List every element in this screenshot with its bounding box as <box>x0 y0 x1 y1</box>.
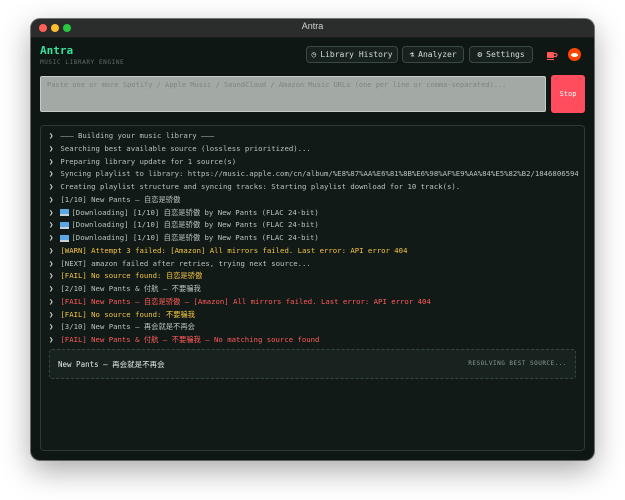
log-line: ❯ [1/10] New Pants – 自恋是骄傲 <box>49 194 578 207</box>
log-text: [WARN] Attempt 3 failed: [Amazon] All mi… <box>60 245 408 255</box>
prompt-chevron-icon: ❯ <box>49 309 54 319</box>
log-text: [FAIL] New Pants & 付航 – 不要骗我 – No matchi… <box>60 335 320 344</box>
log-text: Creating playlist structure and syncing … <box>60 182 461 191</box>
log-line: ❯ [FAIL] No source found: 自恋是骄傲 <box>49 270 578 283</box>
log-text: [Downloading] [1/10] 自恋是骄傲 by New Pants … <box>71 220 319 230</box>
title-bar: Antra <box>31 19 594 38</box>
log-line: ❯ Syncing playlist to library: https://mu… <box>49 168 578 181</box>
prompt-chevron-icon: ❯ <box>49 258 54 268</box>
log-text: ——— Building your music library ——— <box>60 131 215 140</box>
analyzer-label: Analyzer <box>418 50 457 59</box>
settings-label: Settings <box>486 50 525 59</box>
prompt-chevron-icon: ❯ <box>49 131 54 140</box>
log-line: ❯ [NEXT] amazon failed after retries, try… <box>49 258 578 271</box>
log-line: ❯ [FAIL] New Pants & 付航 – 不要骗我 – No match… <box>49 334 578 347</box>
log-text: [FAIL] No source found: 自恋是骄傲 <box>60 271 203 281</box>
brand-subtitle: MUSIC LIBRARY ENGINE <box>40 59 125 66</box>
reddit-icon[interactable] <box>568 48 581 61</box>
prompt-chevron-icon: ❯ <box>49 169 54 179</box>
analyzer-button[interactable]: ⚗ Analyzer <box>402 46 464 63</box>
log-console: ❯ ——— Building your music library ——— ❯ Sea… <box>40 125 585 451</box>
prompt-chevron-icon: ❯ <box>49 271 54 281</box>
log-text: [1/10] New Pants – 自恋是骄傲 <box>60 194 181 204</box>
prompt-chevron-icon: ❯ <box>49 220 54 230</box>
log-text: [3/10] New Pants – 再会就是不再会 <box>60 322 195 332</box>
log-text: [2/10] New Pants & 付航 – 不要骗我 <box>60 284 201 293</box>
prompt-chevron-icon: ❯ <box>49 207 54 217</box>
log-text: [Downloading] [1/10] 自恋是骄傲 by New Pants … <box>71 233 319 242</box>
log-text: [NEXT] amazon failed after retries, tryi… <box>60 258 311 268</box>
log-text: Syncing playlist to library: https://mus… <box>60 169 578 179</box>
log-line: ❯ Preparing library update for 1 source(s… <box>49 156 578 169</box>
log-line: ❯ [FAIL] New Pants – 自恋是骄傲 – [Amazon] All… <box>49 296 578 309</box>
prompt-chevron-icon: ❯ <box>49 284 54 293</box>
current-track-name: New Pants – 再会就是不再会 <box>58 360 165 369</box>
log-line: ❯ ——— Building your music library ——— <box>49 130 578 143</box>
log-line: ❯ Searching best available source (lossle… <box>49 143 578 156</box>
log-lines: ❯ ——— Building your music library ——— ❯ Sea… <box>49 130 578 347</box>
log-text: [FAIL] No source found: 不要骗我 <box>60 309 196 319</box>
current-track-status: New Pants – 再会就是不再会 RESOLVING BEST SOURC… <box>49 349 576 379</box>
download-icon <box>60 221 70 229</box>
log-text: Preparing library update for 1 source(s) <box>60 156 237 166</box>
log-line: ❯ [Downloading] [1/10] 自恋是骄傲 by New Pants… <box>49 219 578 232</box>
app-window: Antra Antra MUSIC LIBRARY ENGINE ◷ Libra… <box>31 19 594 460</box>
log-line: ❯ [Downloading] [1/10] 自恋是骄傲 by New Pants… <box>49 207 578 220</box>
clock-icon: ◷ <box>311 50 317 59</box>
brand-name: Antra <box>40 44 74 57</box>
resolve-status-text: RESOLVING BEST SOURCE... <box>468 360 567 367</box>
prompt-chevron-icon: ❯ <box>49 245 54 255</box>
library-history-label: Library History <box>320 50 393 59</box>
brand: Antra MUSIC LIBRARY ENGINE <box>40 44 124 66</box>
library-history-button[interactable]: ◷ Library History <box>306 46 398 63</box>
prompt-chevron-icon: ❯ <box>49 322 54 332</box>
prompt-chevron-icon: ❯ <box>49 143 54 153</box>
prompt-chevron-icon: ❯ <box>49 296 54 306</box>
log-text: [FAIL] New Pants – 自恋是骄傲 – [Amazon] All … <box>60 296 431 306</box>
prompt-chevron-icon: ❯ <box>49 335 54 344</box>
prompt-chevron-icon: ❯ <box>49 233 54 242</box>
url-input[interactable]: Paste one or more Spotify / Apple Music … <box>40 76 546 112</box>
flask-icon: ⚗ <box>409 50 415 59</box>
coffee-icon[interactable] <box>546 49 558 61</box>
prompt-chevron-icon: ❯ <box>49 182 54 191</box>
log-line: ❯ [Downloading] [1/10] 自恋是骄傲 by New Pants… <box>49 232 578 245</box>
log-text: Searching best available source (lossles… <box>60 143 311 153</box>
download-icon <box>60 209 70 216</box>
settings-button[interactable]: ⚙ Settings <box>469 46 533 63</box>
prompt-chevron-icon: ❯ <box>49 194 54 204</box>
log-line: ❯ Creating playlist structure and syncing… <box>49 181 578 194</box>
gear-icon: ⚙ <box>477 50 483 59</box>
log-text: [Downloading] [1/10] 自恋是骄傲 by New Pants … <box>71 207 319 217</box>
download-icon <box>60 234 70 242</box>
prompt-chevron-icon: ❯ <box>49 156 54 166</box>
window-title: Antra <box>301 21 324 31</box>
log-line: ❯ [3/10] New Pants – 再会就是不再会 <box>49 321 578 334</box>
stop-button[interactable]: Stop <box>551 75 585 113</box>
log-line: ❯ [FAIL] No source found: 不要骗我 <box>49 309 578 322</box>
log-line: ❯ [WARN] Attempt 3 failed: [Amazon] All m… <box>49 245 578 258</box>
log-line: ❯ [2/10] New Pants & 付航 – 不要骗我 <box>49 283 578 296</box>
